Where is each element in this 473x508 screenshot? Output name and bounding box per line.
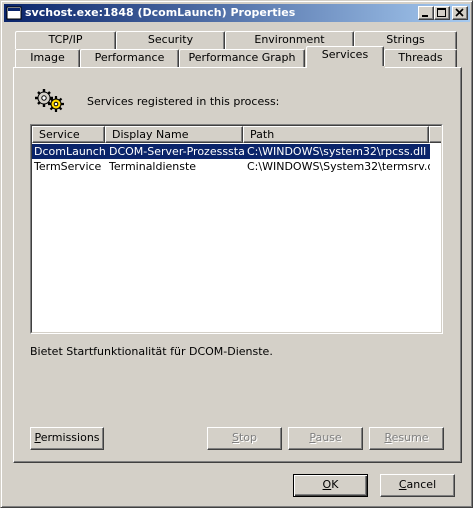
minimize-button[interactable] — [418, 6, 434, 20]
tab-services[interactable]: Services — [306, 46, 385, 69]
tab-security[interactable]: Security — [116, 31, 225, 49]
tab-label: Threads — [398, 51, 443, 64]
properties-window: svchost.exe:1848 (DcomLaunch) Properties… — [0, 0, 473, 508]
tab-performance[interactable]: Performance — [80, 49, 179, 67]
services-list[interactable]: Service Display Name Path DcomLaunch DCO… — [30, 124, 443, 334]
button-label: esume — [391, 431, 429, 444]
button-label: ancel — [406, 478, 437, 491]
tab-label: Image — [30, 51, 65, 64]
tab-performance-graph[interactable]: Performance Graph — [179, 49, 305, 67]
services-heading: Services registered in this process: — [87, 95, 280, 108]
cell-display-name: DCOM-Server-Prozessstart — [109, 145, 245, 158]
column-header-service[interactable]: Service — [32, 126, 105, 143]
tab-label: Performance — [94, 51, 165, 64]
button-label: K — [331, 478, 339, 491]
cell-path: C:\WINDOWS\System32\termsrv.dll — [247, 160, 430, 173]
button-label: ermissions — [40, 431, 100, 444]
pause-button[interactable]: Pause — [288, 427, 363, 450]
cell-display-name: Terminaldienste — [109, 160, 197, 173]
button-label: top — [238, 431, 257, 444]
minimize-icon — [422, 15, 428, 17]
column-header-filler — [429, 126, 441, 143]
button-accelerator: R — [384, 431, 392, 444]
tab-label: Performance Graph — [188, 51, 296, 64]
column-label: Service — [39, 128, 80, 141]
column-header-path[interactable]: Path — [243, 126, 429, 143]
tab-label: TCP/IP — [48, 33, 83, 46]
stop-button[interactable]: Stop — [207, 427, 282, 450]
table-row[interactable]: DcomLaunch DCOM-Server-Prozessstart C:\W… — [32, 144, 430, 159]
tab-label: Services — [321, 48, 369, 61]
tab-threads[interactable]: Threads — [384, 49, 457, 67]
button-accelerator: S — [231, 431, 239, 444]
gears-icon — [35, 89, 64, 112]
close-icon — [455, 8, 464, 17]
tab-label: Strings — [386, 33, 425, 46]
table-row[interactable]: TermService Terminaldienste C:\WINDOWS\S… — [32, 159, 430, 174]
column-label: Path — [250, 128, 275, 141]
cell-path: C:\WINDOWS\system32\rpcss.dll — [247, 145, 427, 158]
service-description: Bietet Startfunktionalität für DCOM-Dien… — [30, 345, 273, 358]
cell-service: DcomLaunch — [34, 145, 105, 158]
column-label: Display Name — [112, 128, 189, 141]
services-tab-page: Services registered in this process: Ser… — [13, 67, 462, 463]
window-app-icon — [6, 6, 22, 20]
title-bar[interactable]: svchost.exe:1848 (DcomLaunch) Properties — [4, 4, 470, 22]
column-header-display-name[interactable]: Display Name — [105, 126, 243, 143]
cancel-button[interactable]: Cancel — [380, 474, 455, 497]
ok-button[interactable]: OK — [293, 474, 368, 497]
resume-button[interactable]: Resume — [369, 427, 444, 450]
close-button[interactable] — [452, 6, 468, 20]
button-accelerator: O — [322, 478, 332, 491]
tab-label: Environment — [254, 33, 325, 46]
maximize-button[interactable] — [434, 6, 450, 20]
cell-service: TermService — [34, 160, 102, 173]
button-label: ause — [315, 431, 342, 444]
tab-tcpip[interactable]: TCP/IP — [15, 31, 116, 49]
window-title: svchost.exe:1848 (DcomLaunch) Properties — [25, 6, 296, 19]
button-accelerator: C — [398, 478, 407, 491]
permissions-button[interactable]: Permissions — [30, 427, 104, 450]
tab-label: Security — [147, 33, 194, 46]
list-header: Service Display Name Path — [32, 126, 441, 143]
tab-image[interactable]: Image — [15, 49, 80, 67]
maximize-icon — [437, 8, 446, 17]
